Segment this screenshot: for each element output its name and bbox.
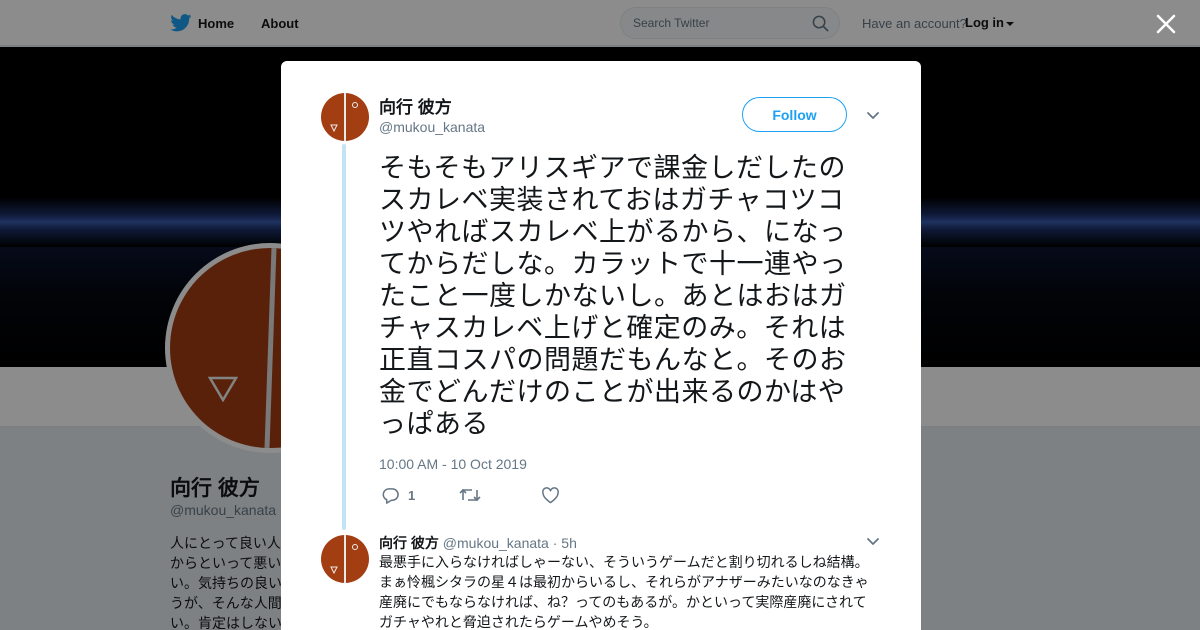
reply-chevron-down-icon[interactable] — [866, 537, 880, 547]
chevron-down-icon[interactable] — [866, 111, 880, 121]
reply-text: 最悪手に入らなければしゃーない、そういうゲームだと割り切れるしね結構。 まぁ怜楓… — [379, 555, 869, 630]
author-avatar[interactable] — [321, 93, 369, 141]
author-handle[interactable]: @mukou_kanata — [379, 119, 485, 135]
reply-header: 向行 彼方 @mukou_kanata · 5h — [379, 533, 577, 553]
reply-author-handle[interactable]: @mukou_kanata — [443, 535, 549, 551]
close-icon[interactable] — [1154, 12, 1178, 36]
reply-action[interactable]: 1 — [381, 487, 415, 504]
retweet-action[interactable] — [459, 487, 489, 503]
follow-button[interactable]: Follow — [742, 97, 847, 132]
tweet-modal: 向行 彼方 @mukou_kanata Follow そもそもアリスギアで課金し… — [281, 61, 921, 630]
reply-author-avatar[interactable] — [321, 535, 369, 583]
reply-count: 1 — [408, 488, 416, 503]
tweet-text: そもそもアリスギアで課金しだしたのスカレベ実装されておはガチャコツコツやればスカ… — [379, 153, 847, 440]
author-name[interactable]: 向行 彼方 — [379, 93, 452, 118]
tweet-timestamp[interactable]: 10:00 AM - 10 Oct 2019 — [379, 456, 527, 472]
retweet-icon[interactable] — [459, 487, 481, 503]
reply-icon[interactable] — [381, 487, 400, 504]
reply-author-name[interactable]: 向行 彼方 — [379, 535, 439, 551]
thread-line — [342, 144, 346, 530]
reply-time[interactable]: · 5h — [553, 535, 577, 551]
like-action[interactable] — [541, 487, 568, 504]
heart-icon[interactable] — [541, 487, 560, 504]
